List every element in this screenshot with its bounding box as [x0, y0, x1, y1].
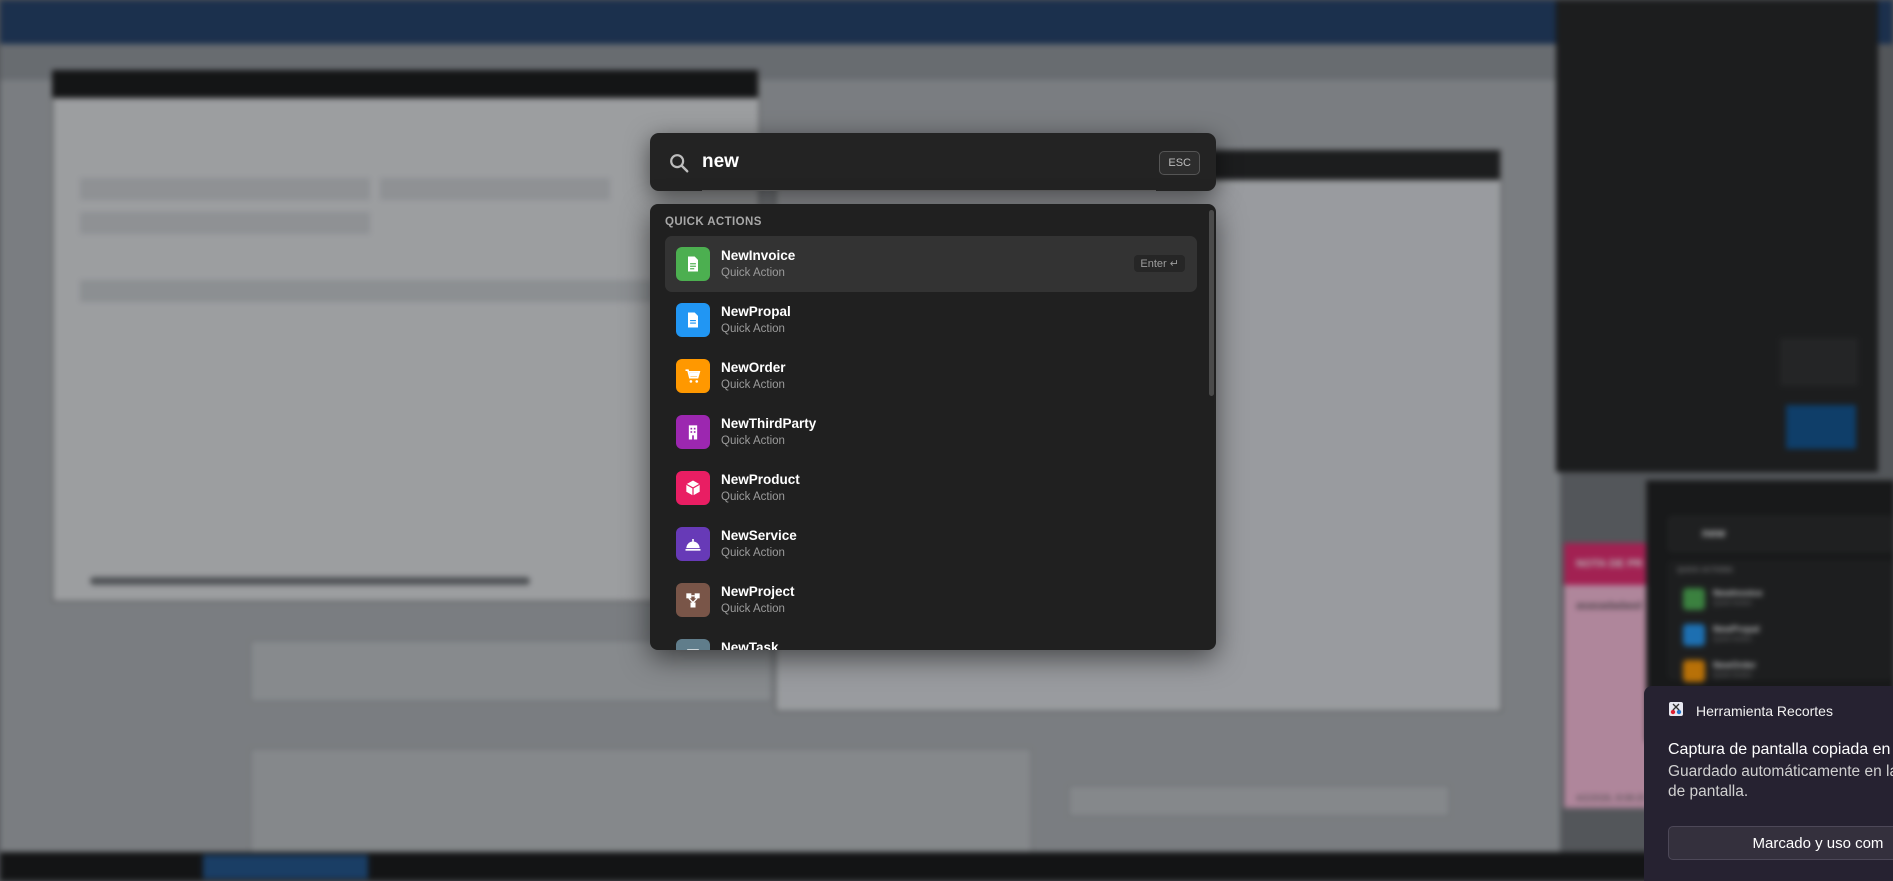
esc-close-button[interactable]: ESC [1159, 151, 1200, 175]
results-list: NewInvoice Quick Action Enter ↵ NewPropal Qu… [665, 236, 1197, 650]
quick-action-item[interactable]: NewTask [665, 628, 1197, 650]
building-icon [676, 415, 710, 449]
quick-action-item[interactable]: NewOrder Quick Action [665, 348, 1197, 404]
quick-action-name: NewProject [721, 584, 795, 599]
quick-action-name: NewTask [721, 640, 779, 650]
notification-app-name: Herramienta Recortes [1696, 703, 1833, 719]
proposal-icon [676, 303, 710, 337]
notification-body: Guardado automáticamente en la de pantal… [1668, 763, 1893, 800]
quick-action-type: Quick Action [721, 547, 785, 559]
quick-action-item[interactable]: NewProduct Quick Action [665, 460, 1197, 516]
notification-title: Captura de pantalla copiada en e [1668, 741, 1893, 758]
quick-action-name: NewOrder [721, 360, 786, 375]
snipping-tool-icon [1669, 702, 1683, 716]
quick-action-item[interactable]: NewService Quick Action [665, 516, 1197, 572]
quick-action-type: Quick Action [721, 323, 785, 335]
task-icon [676, 639, 710, 650]
quick-action-type: Quick Action [721, 491, 785, 503]
search-input[interactable] [702, 147, 1172, 177]
quick-action-name: NewThirdParty [721, 416, 817, 431]
snip-notification[interactable]: Herramienta Recortes Captura de pantalla… [1644, 686, 1893, 881]
quick-action-type: Quick Action [721, 603, 785, 615]
project-tree-icon [676, 583, 710, 617]
results-scrollbar[interactable] [1209, 210, 1214, 396]
quick-action-name: NewProduct [721, 472, 800, 487]
quick-action-type: Quick Action [721, 435, 785, 447]
search-underline [702, 190, 1156, 191]
quick-action-name: NewPropal [721, 304, 791, 319]
quick-action-item[interactable]: NewProject Quick Action [665, 572, 1197, 628]
cart-icon [676, 359, 710, 393]
quick-action-type: Quick Action [721, 267, 785, 279]
quick-action-name: NewService [721, 528, 797, 543]
quick-action-name: NewInvoice [721, 248, 796, 263]
results-panel: QUICK ACTIONS NewInvoice Quick Action Ente… [650, 204, 1216, 650]
command-palette-search: ESC [650, 133, 1216, 191]
enter-hint: Enter ↵ [1134, 255, 1185, 272]
quick-action-item[interactable]: NewPropal Quick Action [665, 292, 1197, 348]
quick-action-item[interactable]: NewThirdParty Quick Action [665, 404, 1197, 460]
search-icon [670, 154, 689, 173]
quick-action-type: Quick Action [721, 379, 785, 391]
section-heading: QUICK ACTIONS [665, 216, 762, 228]
quick-action-item[interactable]: NewInvoice Quick Action Enter ↵ [665, 236, 1197, 292]
box-icon [676, 471, 710, 505]
service-bell-icon [676, 527, 710, 561]
notification-action-button[interactable]: Marcado y uso com [1668, 826, 1893, 860]
invoice-icon [676, 247, 710, 281]
